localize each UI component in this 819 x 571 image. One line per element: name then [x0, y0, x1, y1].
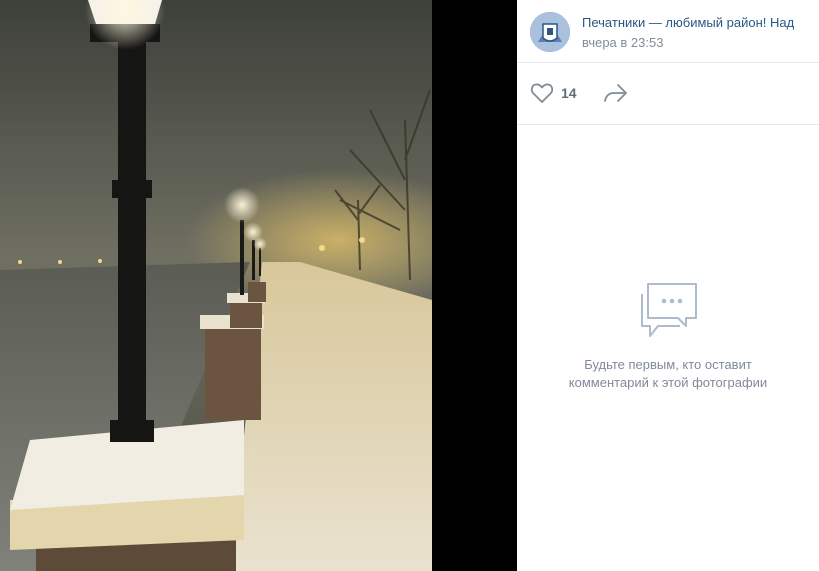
post-time[interactable]: вчера в 23:53: [582, 35, 663, 50]
comments-icon: [641, 283, 697, 337]
share-arrow-icon: [604, 84, 627, 102]
share-button[interactable]: [603, 82, 629, 109]
like-count: 14: [561, 85, 577, 101]
empty-comments-text-line2: комментарий к этой фотографии: [568, 375, 768, 390]
empty-comments-text-line1: Будьте первым, кто оставит: [584, 357, 752, 372]
photo-viewer: [0, 0, 517, 571]
like-button[interactable]: 14: [530, 82, 577, 104]
heart-icon: [530, 83, 554, 103]
group-name-link[interactable]: Печатники — любимый район! Над: [582, 15, 810, 30]
comments-empty-state: Будьте первым, кто оставит комментарий к…: [517, 280, 819, 392]
post-actions: 14: [517, 63, 819, 125]
group-emblem-icon: [530, 12, 570, 52]
group-avatar[interactable]: [530, 12, 570, 52]
post-header: Печатники — любимый район! Над вчера в 2…: [517, 0, 819, 63]
photo[interactable]: [0, 0, 432, 571]
photo-sidebar: Печатники — любимый район! Над вчера в 2…: [517, 0, 819, 571]
